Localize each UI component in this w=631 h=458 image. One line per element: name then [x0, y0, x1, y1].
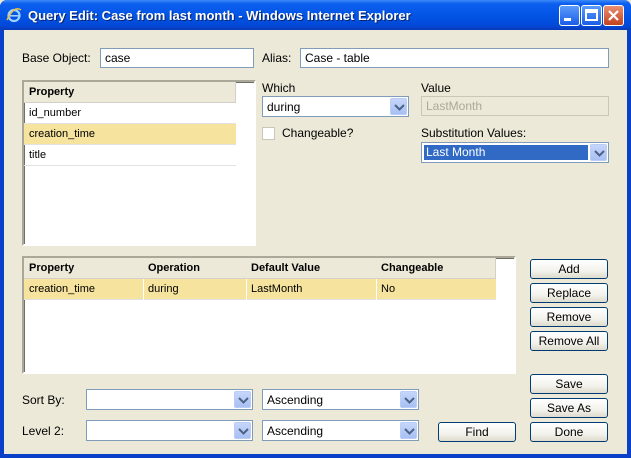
sort-by-field-dropdown-button[interactable] [234, 391, 251, 408]
column-header-changeable[interactable]: Changeable [381, 262, 443, 274]
close-button[interactable] [603, 5, 624, 26]
chevron-down-icon [238, 428, 249, 435]
value-input[interactable]: LastMonth [421, 96, 609, 116]
substitution-label: Substitution Values: [421, 126, 527, 140]
criteria-grid[interactable]: Property Operation Default Value Changea… [22, 256, 516, 374]
column-header-operation[interactable]: Operation [148, 262, 200, 274]
which-select[interactable]: during [262, 96, 409, 117]
minimize-icon [564, 18, 571, 21]
maximize-button[interactable] [581, 5, 602, 26]
browser-window: Query Edit: Case from last month - Windo… [0, 0, 631, 458]
changeable-label: Changeable? [282, 126, 354, 140]
cell-divider [246, 279, 247, 300]
alias-label: Alias: [262, 51, 292, 65]
list-item[interactable]: id_number [24, 103, 236, 124]
title-bar[interactable]: Query Edit: Case from last month - Windo… [0, 0, 631, 30]
substitution-dropdown-button[interactable] [590, 144, 607, 161]
level-2-field-dropdown-button[interactable] [234, 422, 251, 439]
cell-divider [143, 279, 144, 300]
level-2-label: Level 2: [22, 424, 65, 438]
which-dropdown-button[interactable] [390, 98, 407, 115]
which-label: Which [262, 81, 296, 95]
sort-by-field-select[interactable] [86, 389, 253, 410]
property-listbox[interactable]: Property id_number creation_time title [22, 80, 256, 246]
alias-input[interactable]: Case - table [300, 48, 609, 68]
level-2-order-select[interactable]: Ascending [262, 420, 419, 441]
chevron-down-icon [404, 428, 415, 435]
list-item[interactable]: title [24, 145, 236, 166]
cell-divider [376, 279, 377, 300]
level-2-field-select[interactable] [86, 420, 253, 441]
level-2-order-dropdown-button[interactable] [400, 422, 417, 439]
maximize-icon [585, 9, 598, 21]
chevron-down-icon [238, 397, 249, 404]
sort-by-order-select[interactable]: Ascending [262, 389, 419, 410]
internet-explorer-icon [6, 8, 22, 23]
dialog-body: Base Object: case Alias: Case - table Pr… [4, 30, 627, 454]
base-object-label: Base Object: [22, 51, 91, 65]
save-button[interactable]: Save [530, 374, 608, 394]
changeable-checkbox[interactable] [262, 127, 275, 140]
column-header-default-value[interactable]: Default Value [251, 262, 320, 274]
chevron-down-icon [594, 150, 605, 157]
sort-by-label: Sort By: [22, 393, 65, 407]
remove-all-button[interactable]: Remove All [530, 331, 608, 351]
replace-button[interactable]: Replace [530, 283, 608, 303]
column-header-property[interactable]: Property [29, 262, 74, 274]
done-button[interactable]: Done [530, 422, 608, 442]
chevron-down-icon [404, 397, 415, 404]
minimize-button[interactable] [559, 5, 580, 26]
chevron-down-icon [394, 104, 405, 111]
list-item-selected[interactable]: creation_time [24, 124, 236, 145]
add-button[interactable]: Add [530, 259, 608, 279]
criteria-grid-header: Property Operation Default Value Changea… [24, 258, 496, 279]
substitution-select[interactable]: Last Month [421, 142, 609, 163]
close-icon [608, 10, 619, 21]
table-row[interactable]: creation_time during LastMonth No [24, 279, 496, 300]
property-list-header[interactable]: Property [24, 82, 236, 103]
value-label: Value [421, 81, 451, 95]
save-as-button[interactable]: Save As [530, 398, 608, 418]
base-object-input[interactable]: case [100, 48, 254, 68]
find-button[interactable]: Find [438, 422, 516, 442]
sort-by-order-dropdown-button[interactable] [400, 391, 417, 408]
remove-button[interactable]: Remove [530, 307, 608, 327]
window-title: Query Edit: Case from last month - Windo… [28, 8, 411, 23]
